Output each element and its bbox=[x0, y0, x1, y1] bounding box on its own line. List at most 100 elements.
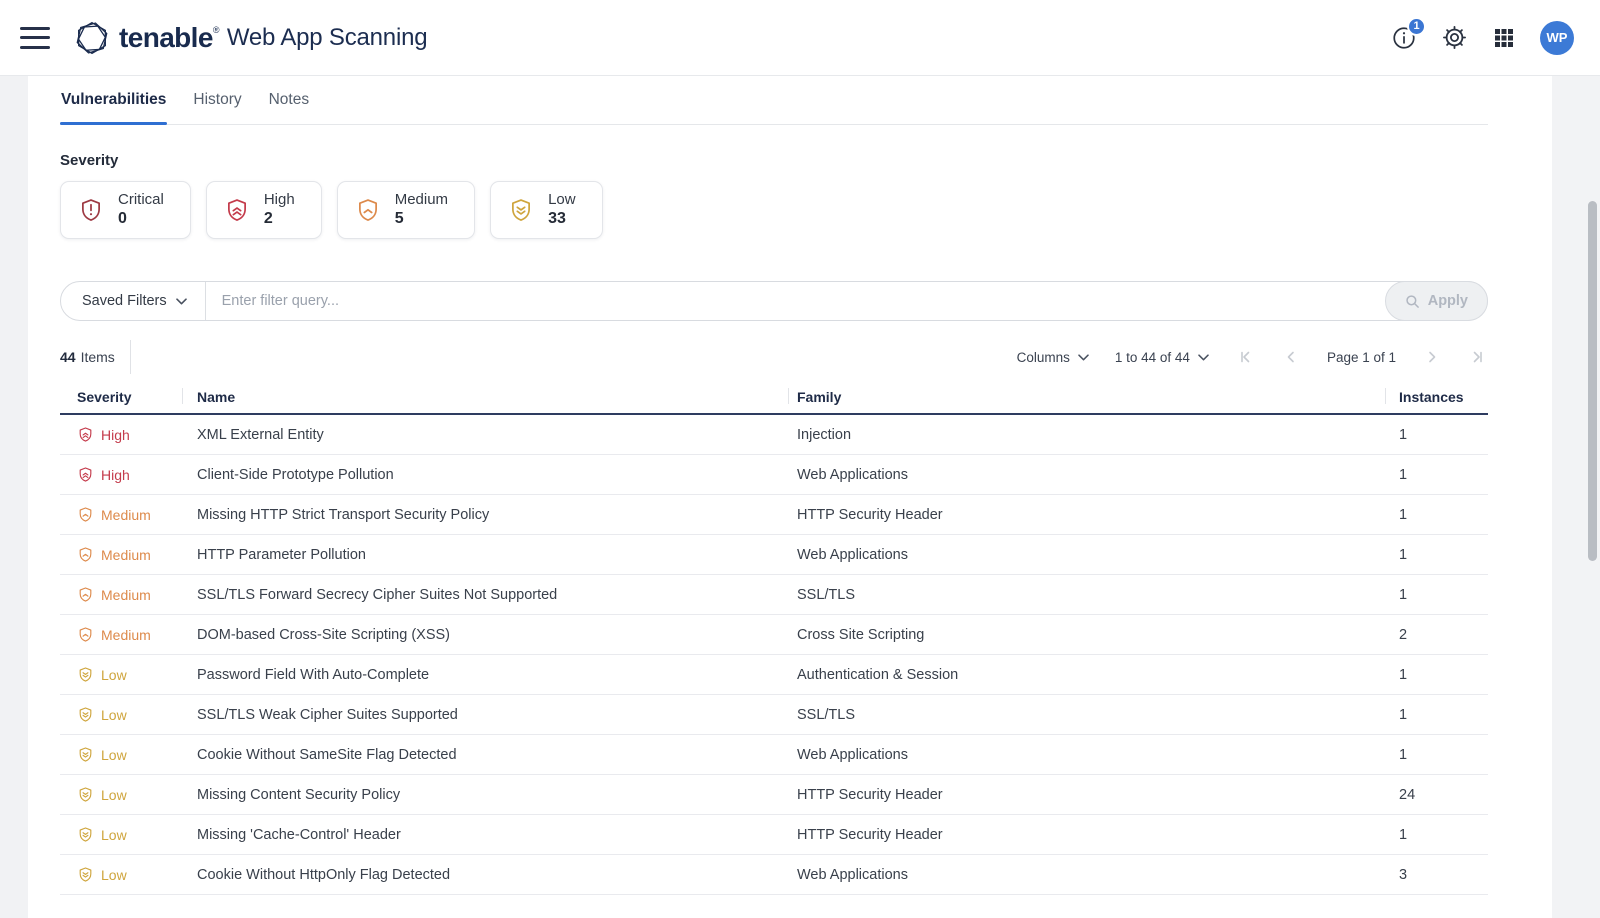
notifications-icon[interactable]: 1 bbox=[1390, 24, 1418, 52]
low-shield-icon bbox=[77, 746, 94, 763]
first-page-icon[interactable] bbox=[1235, 349, 1255, 365]
instance-count: 1 bbox=[1385, 667, 1488, 683]
user-avatar[interactable]: WP bbox=[1540, 21, 1574, 55]
app-header: tenable® Web App Scanning 1 bbox=[0, 0, 1600, 75]
severity-card-low[interactable]: Low33 bbox=[490, 181, 603, 239]
app-grid-icon[interactable] bbox=[1490, 24, 1518, 52]
instance-count: 2 bbox=[1385, 627, 1488, 643]
low-shield-icon bbox=[77, 866, 94, 883]
filter-bar: Saved Filters Apply bbox=[60, 281, 1488, 321]
severity-cards: Critical0 High2 Medium5 Low33 bbox=[60, 181, 1488, 239]
apply-filter-button[interactable]: Apply bbox=[1385, 281, 1488, 321]
severity-badge: High bbox=[77, 426, 182, 443]
tab-notes[interactable]: Notes bbox=[268, 76, 311, 124]
vulnerability-name: Missing 'Cache-Control' Header bbox=[182, 827, 788, 843]
table-row[interactable]: MediumSSL/TLS Forward Secrecy Cipher Sui… bbox=[60, 575, 1488, 615]
instance-count: 1 bbox=[1385, 547, 1488, 563]
table-row[interactable]: MediumHTTP Parameter PollutionWeb Applic… bbox=[60, 535, 1488, 575]
severity-card-medium[interactable]: Medium5 bbox=[337, 181, 475, 239]
column-header-instances[interactable]: Instances bbox=[1385, 381, 1488, 413]
tenable-hex-icon bbox=[74, 20, 110, 56]
table-body: HighXML External EntityInjection1 HighCl… bbox=[60, 415, 1488, 895]
tab-history[interactable]: History bbox=[192, 76, 242, 124]
severity-label: Medium bbox=[101, 547, 151, 563]
tab-vulnerabilities[interactable]: Vulnerabilities bbox=[60, 76, 167, 124]
severity-label: Medium bbox=[101, 587, 151, 603]
table-row[interactable]: LowCookie Without HttpOnly Flag Detected… bbox=[60, 855, 1488, 895]
low-shield-icon bbox=[77, 826, 94, 843]
high-shield-icon bbox=[77, 466, 94, 483]
vulnerability-family: Web Applications bbox=[788, 747, 1385, 763]
table-row[interactable]: LowPassword Field With Auto-CompleteAuth… bbox=[60, 655, 1488, 695]
vertical-scrollbar[interactable] bbox=[1588, 201, 1597, 561]
table-row[interactable]: LowSSL/TLS Weak Cipher Suites SupportedS… bbox=[60, 695, 1488, 735]
vulnerability-name: Missing HTTP Strict Transport Security P… bbox=[182, 507, 788, 523]
medium-shield-icon bbox=[77, 626, 94, 643]
low-shield-icon bbox=[77, 786, 94, 803]
severity-badge: Medium bbox=[77, 626, 182, 643]
medium-shield-icon bbox=[77, 586, 94, 603]
next-page-icon[interactable] bbox=[1422, 349, 1442, 365]
toolbar-divider bbox=[130, 340, 131, 374]
vulnerability-family: Cross Site Scripting bbox=[788, 627, 1385, 643]
severity-badge: Low bbox=[77, 866, 182, 883]
vulnerability-family: Injection bbox=[788, 427, 1385, 443]
table-row[interactable]: MediumDOM-based Cross-Site Scripting (XS… bbox=[60, 615, 1488, 655]
table-header-row: Severity Name Family Instances bbox=[60, 381, 1488, 415]
page-background: Vulnerabilities History Notes Severity C… bbox=[0, 75, 1600, 918]
vulnerability-family: HTTP Security Header bbox=[788, 787, 1385, 803]
vulnerabilities-table: Severity Name Family Instances HighXML E… bbox=[60, 381, 1488, 895]
vulnerability-name: Password Field With Auto-Complete bbox=[182, 667, 788, 683]
hamburger-menu-icon[interactable] bbox=[20, 27, 50, 49]
table-row[interactable]: LowMissing Content Security PolicyHTTP S… bbox=[60, 775, 1488, 815]
table-row[interactable]: MediumMissing HTTP Strict Transport Secu… bbox=[60, 495, 1488, 535]
vulnerability-name: DOM-based Cross-Site Scripting (XSS) bbox=[182, 627, 788, 643]
previous-page-icon[interactable] bbox=[1281, 349, 1301, 365]
search-icon bbox=[1405, 294, 1420, 309]
severity-card-value: 2 bbox=[264, 209, 295, 229]
severity-badge: High bbox=[77, 466, 182, 483]
saved-filters-dropdown[interactable]: Saved Filters bbox=[61, 282, 206, 320]
low-shield-icon bbox=[77, 666, 94, 683]
critical-shield-icon bbox=[78, 197, 104, 223]
severity-badge: Low bbox=[77, 666, 182, 683]
settings-gear-icon[interactable] bbox=[1440, 24, 1468, 52]
table-row[interactable]: LowMissing 'Cache-Control' HeaderHTTP Se… bbox=[60, 815, 1488, 855]
table-row[interactable]: Low Cookie Without SameSite Flag Detected… bbox=[60, 735, 1488, 775]
instance-count: 1 bbox=[1385, 827, 1488, 843]
header-left: tenable® Web App Scanning bbox=[20, 20, 427, 56]
severity-card-value: 5 bbox=[395, 209, 448, 229]
header-right: 1 WP bbox=[1390, 21, 1574, 55]
columns-dropdown[interactable]: Columns bbox=[1017, 350, 1089, 365]
instance-count: 24 bbox=[1385, 787, 1488, 803]
instance-count: 1 bbox=[1385, 427, 1488, 443]
tab-bar: Vulnerabilities History Notes bbox=[60, 76, 1488, 125]
column-header-family[interactable]: Family bbox=[788, 381, 1385, 413]
vulnerability-family: SSL/TLS bbox=[788, 587, 1385, 603]
vulnerability-name: XML External Entity bbox=[182, 427, 788, 443]
severity-card-value: 0 bbox=[118, 209, 164, 229]
table-row[interactable]: HighClient-Side Prototype PollutionWeb A… bbox=[60, 455, 1488, 495]
severity-label: Low bbox=[101, 747, 127, 763]
severity-badge: Medium bbox=[77, 506, 182, 523]
severity-card-critical[interactable]: Critical0 bbox=[60, 181, 191, 239]
severity-label: Low bbox=[101, 667, 127, 683]
last-page-icon[interactable] bbox=[1468, 349, 1488, 365]
medium-shield-icon bbox=[77, 546, 94, 563]
severity-card-value: 33 bbox=[548, 209, 576, 229]
filter-query-input[interactable] bbox=[206, 282, 1385, 320]
brand-name: tenable® bbox=[119, 22, 219, 54]
table-row[interactable]: HighXML External EntityInjection1 bbox=[60, 415, 1488, 455]
severity-badge: Medium bbox=[77, 586, 182, 603]
rows-range-dropdown[interactable]: 1 to 44 of 44 bbox=[1115, 350, 1209, 365]
severity-summary: Severity Critical0 High2 Medium5 Low33 bbox=[60, 152, 1488, 239]
vulnerability-family: Web Applications bbox=[788, 547, 1385, 563]
severity-card-high[interactable]: High2 bbox=[206, 181, 322, 239]
column-header-severity[interactable]: Severity bbox=[60, 381, 182, 413]
vulnerability-family: HTTP Security Header bbox=[788, 827, 1385, 843]
severity-badge: Low bbox=[77, 826, 182, 843]
column-header-name[interactable]: Name bbox=[182, 381, 788, 413]
severity-card-label: Critical bbox=[118, 191, 164, 210]
high-shield-icon bbox=[77, 426, 94, 443]
vulnerability-name: Cookie Without SameSite Flag Detected bbox=[182, 747, 788, 763]
